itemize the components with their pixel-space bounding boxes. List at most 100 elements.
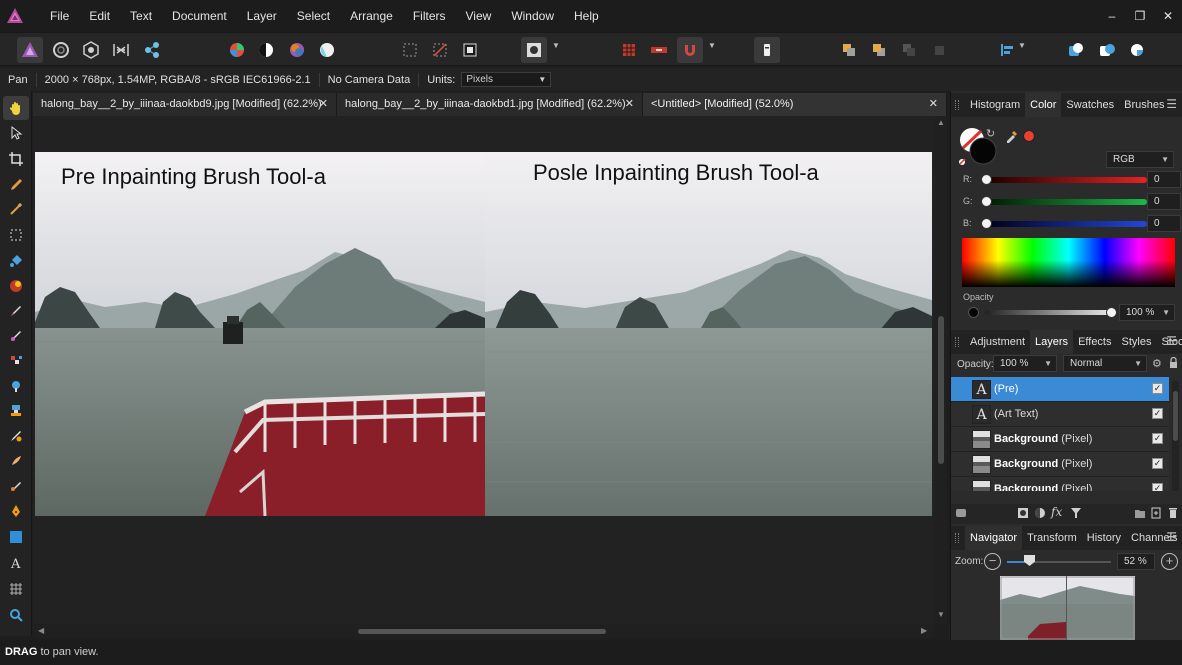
assistant-grid-icon[interactable] [616, 37, 642, 63]
tab-brushes[interactable]: Brushes [1119, 93, 1169, 117]
document-canvas[interactable]: Pre Inpainting Brush Tool-a Posle Inpain… [35, 152, 932, 516]
invert-selection-icon[interactable] [457, 37, 483, 63]
vertical-scrollbar[interactable]: ▲ ▼ [935, 116, 947, 624]
smudge-brush-icon[interactable] [3, 449, 29, 473]
view-tool-hand-icon[interactable] [3, 96, 29, 120]
red-value-field[interactable]: 0 [1147, 171, 1181, 188]
tab-color[interactable]: Color [1025, 93, 1062, 117]
panel-grip-icon[interactable] [955, 337, 959, 347]
menu-document[interactable]: Document [162, 0, 237, 32]
tab-layers[interactable]: Layers [1030, 330, 1074, 354]
fx-icon[interactable]: fx [1051, 505, 1062, 519]
arrange-to-front-icon[interactable] [896, 37, 922, 63]
layer-opacity-field[interactable]: 100 % ▼ [993, 355, 1057, 372]
layer-visibility-checkbox[interactable]: ✓ [1152, 383, 1163, 394]
menu-edit[interactable]: Edit [79, 0, 120, 32]
adjustment-layer-icon[interactable] [1034, 507, 1046, 522]
layer-row[interactable]: Background (Pixel) ✓ [951, 452, 1169, 477]
arrange-forward-icon[interactable] [866, 37, 892, 63]
scroll-up-icon[interactable]: ▲ [937, 118, 945, 127]
document-tab-daokbd1[interactable]: halong_bay__2_by_iiinaa-daokbd1.jpg [Mod… [337, 93, 643, 116]
close-tab-icon[interactable]: ✕ [319, 93, 328, 115]
rectangle-tool-icon[interactable] [3, 525, 29, 549]
align-dropdown-icon[interactable]: ▼ [1018, 41, 1026, 50]
auto-white-balance-icon[interactable] [314, 37, 340, 63]
snapping-dropdown-icon[interactable]: ▼ [708, 41, 716, 50]
menu-select[interactable]: Select [287, 0, 340, 32]
horizontal-scrollbar[interactable]: ◀ ▶ [33, 624, 935, 638]
quick-mask-icon[interactable] [521, 37, 547, 63]
blue-value-field[interactable]: 0 [1147, 215, 1181, 232]
snapping-toggle-icon[interactable] [646, 37, 672, 63]
picked-color-swatch[interactable] [1023, 130, 1035, 142]
zoom-in-icon[interactable]: + [1161, 553, 1178, 570]
zoom-slider-knob[interactable] [1024, 555, 1035, 566]
document-tab-daokbd9[interactable]: halong_bay__2_by_iiinaa-daokbd9.jpg [Mod… [33, 93, 337, 116]
layer-settings-gear-icon[interactable]: ⚙ [1152, 357, 1162, 370]
color-picker-icon[interactable] [1005, 129, 1019, 146]
pen-tool-icon[interactable] [3, 499, 29, 523]
arrange-to-back-icon[interactable] [926, 37, 952, 63]
panel-menu-icon[interactable]: ☰ [1166, 330, 1177, 352]
tab-navigator[interactable]: Navigator [965, 526, 1023, 550]
minimize-button[interactable]: – [1098, 9, 1126, 23]
tone-mapping-persona-icon[interactable] [108, 37, 134, 63]
panel-menu-icon[interactable]: ☰ [1166, 93, 1177, 115]
navigator-preview[interactable] [1000, 576, 1135, 640]
liquify-persona-icon[interactable] [48, 37, 74, 63]
affinity-photo-logo-icon[interactable] [0, 0, 30, 32]
snapping-magnet-icon[interactable] [677, 37, 703, 63]
flood-select-icon[interactable] [3, 197, 29, 221]
clone-brush-icon[interactable] [3, 399, 29, 423]
arrange-back-icon[interactable] [836, 37, 862, 63]
document-tab-untitled[interactable]: <Untitled> [Modified] (52.0%) ✕ [643, 93, 947, 116]
color-spectrum[interactable] [962, 238, 1175, 287]
panel-menu-icon[interactable]: ☰ [1166, 526, 1177, 548]
tab-effects[interactable]: Effects [1073, 330, 1116, 354]
panel-grip-icon[interactable] [955, 100, 959, 110]
green-slider[interactable] [985, 199, 1147, 205]
menu-window[interactable]: Window [501, 0, 564, 32]
layer-row[interactable]: Background (Pixel) ✓ [951, 477, 1169, 491]
scroll-right-icon[interactable]: ▶ [921, 626, 927, 635]
zoom-slider[interactable] [1007, 561, 1111, 563]
blend-mode-select[interactable]: Normal ▼ [1063, 355, 1147, 372]
add-group-icon[interactable] [1134, 507, 1146, 522]
deselect-icon[interactable] [427, 37, 453, 63]
color-mode-select[interactable]: RGB ▼ [1106, 151, 1174, 168]
swap-colors-icon[interactable]: ↻ [986, 127, 995, 140]
layer-visibility-checkbox[interactable]: ✓ [1152, 408, 1163, 419]
layer-visibility-checkbox[interactable]: ✓ [1152, 433, 1163, 444]
liquify-brush-icon[interactable] [3, 474, 29, 498]
align-icon[interactable] [994, 37, 1020, 63]
add-pixel-layer-icon[interactable] [1150, 507, 1162, 522]
tab-adjustment[interactable]: Adjustment [965, 330, 1030, 354]
menu-file[interactable]: File [40, 0, 79, 32]
menu-filters[interactable]: Filters [403, 0, 456, 32]
layer-lock-icon[interactable] [1169, 356, 1178, 372]
auto-colors-icon[interactable] [284, 37, 310, 63]
layer-row[interactable]: A (Pre) ✓ [951, 377, 1169, 402]
blue-slider-knob[interactable] [981, 218, 992, 229]
layer-row[interactable]: Background (Pixel) ✓ [951, 427, 1169, 452]
marquee-tool-icon[interactable] [3, 223, 29, 247]
red-slider-knob[interactable] [981, 174, 992, 185]
zoom-value-field[interactable]: 52 % [1117, 553, 1155, 570]
close-tab-icon[interactable]: ✕ [929, 93, 938, 115]
vertical-scroll-thumb[interactable] [938, 316, 944, 464]
zoom-out-icon[interactable]: − [984, 553, 1001, 570]
green-slider-knob[interactable] [981, 196, 992, 207]
opacity-slider[interactable] [985, 310, 1111, 315]
export-persona-icon[interactable] [139, 37, 165, 63]
hand-over-icon[interactable] [754, 37, 780, 63]
add-mask-icon[interactable] [1017, 507, 1029, 522]
auto-contrast-icon[interactable] [253, 37, 279, 63]
mesh-warp-icon[interactable] [3, 577, 29, 601]
restore-button[interactable]: ❐ [1126, 9, 1154, 23]
quick-mask-dropdown-icon[interactable]: ▼ [552, 41, 560, 50]
live-filter-icon[interactable] [1070, 507, 1082, 522]
crop-tool-icon[interactable] [3, 147, 29, 171]
inpainting-brush-icon[interactable] [3, 424, 29, 448]
selection-marquee-icon[interactable] [397, 37, 423, 63]
auto-levels-icon[interactable] [224, 37, 250, 63]
